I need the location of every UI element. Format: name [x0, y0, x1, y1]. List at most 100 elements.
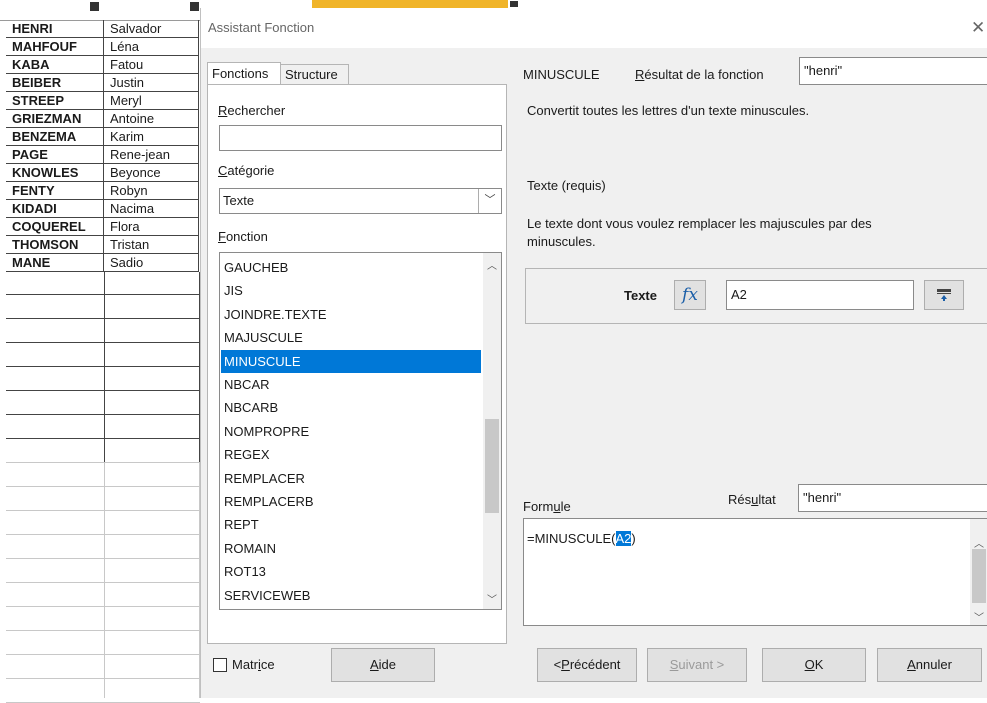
- grid-line: [6, 462, 200, 463]
- ok-button[interactable]: OK: [762, 648, 866, 682]
- sheet-cell-a[interactable]: HENRI: [6, 20, 104, 38]
- grid-line: [6, 390, 200, 391]
- sheet-cell-b[interactable]: Meryl: [104, 92, 199, 110]
- formula-result-field: "henri": [798, 484, 987, 512]
- function-result-label: Résultat de la fonction: [635, 67, 764, 82]
- scroll-up-icon[interactable]: ︿: [970, 535, 987, 550]
- grid-line: [6, 318, 200, 319]
- function-label: Fonction: [218, 229, 268, 244]
- sheet-cell-a[interactable]: STREEP: [6, 92, 104, 110]
- sheet-cell-b[interactable]: Salvador: [104, 20, 199, 38]
- function-description: Convertit toutes les lettres d'un texte …: [527, 103, 810, 118]
- sheet-cell-a[interactable]: MANE: [6, 254, 104, 272]
- sheet-cell-a[interactable]: KIDADI: [6, 200, 104, 218]
- sheet-cell-b[interactable]: Fatou: [104, 56, 199, 74]
- function-list-item[interactable]: GAUCHEB: [221, 256, 481, 279]
- parameter-label: Texte: [624, 288, 657, 303]
- function-list-item[interactable]: REGEX: [221, 443, 481, 466]
- function-list-item[interactable]: REPT: [221, 513, 481, 536]
- autofilter-dropdown-icon[interactable]: [90, 2, 99, 11]
- grid-line: [6, 582, 200, 583]
- function-list-item[interactable]: NBCAR: [221, 373, 481, 396]
- sheet-cell-b[interactable]: Karim: [104, 128, 199, 146]
- parameter-input[interactable]: A2: [726, 280, 914, 310]
- function-list-item[interactable]: ROT13: [221, 560, 481, 583]
- grid-line: [104, 272, 105, 462]
- scroll-down-icon[interactable]: ﹀: [970, 609, 987, 624]
- sheet-cell-b[interactable]: Flora: [104, 218, 199, 236]
- autofilter-dropdown-icon[interactable]: [510, 1, 518, 7]
- tab-functions[interactable]: Fonctions: [207, 62, 281, 84]
- function-list-item[interactable]: SERVICEWEB: [221, 584, 481, 607]
- scroll-up-icon[interactable]: ︿: [483, 257, 501, 272]
- close-icon[interactable]: ✕: [971, 18, 985, 38]
- sheet-cell-b[interactable]: Rene-jean: [104, 146, 199, 164]
- grid-line: [6, 294, 200, 295]
- autofilter-dropdown-icon[interactable]: [190, 2, 199, 11]
- category-select[interactable]: Texte ﹀: [219, 188, 502, 214]
- chevron-down-icon[interactable]: ﹀: [478, 189, 501, 213]
- selected-column-header: [312, 0, 508, 8]
- sheet-cell-b[interactable]: Beyonce: [104, 164, 199, 182]
- function-name: MINUSCULE: [523, 67, 600, 82]
- function-icon[interactable]: fx: [674, 280, 706, 310]
- grid-line: [6, 558, 200, 559]
- formula-label: Formule: [523, 499, 571, 514]
- sheet-cell-a[interactable]: KABA: [6, 56, 104, 74]
- grid-line: [6, 414, 200, 415]
- sheet-cell-b[interactable]: Antoine: [104, 110, 199, 128]
- function-list-item[interactable]: JOINDRE.TEXTE: [221, 303, 481, 326]
- array-label: Matrice: [232, 657, 275, 672]
- function-result-field: "henri": [799, 57, 987, 85]
- function-list-item[interactable]: JIS: [221, 279, 481, 302]
- next-button[interactable]: Suivant >: [647, 648, 747, 682]
- formula-text[interactable]: =MINUSCULE(A2): [527, 531, 636, 546]
- function-list-item[interactable]: ROMAIN: [221, 537, 481, 560]
- scroll-down-icon[interactable]: ﹀: [483, 591, 501, 606]
- function-list-item[interactable]: MINUSCULE: [221, 349, 481, 373]
- sheet-cell-a[interactable]: COQUEREL: [6, 218, 104, 236]
- sheet-cell-a[interactable]: MAHFOUF: [6, 38, 104, 56]
- array-checkbox[interactable]: [213, 658, 227, 672]
- function-list-item[interactable]: MAJUSCULE: [221, 326, 481, 349]
- dialog-title: Assistant Fonction: [208, 20, 315, 35]
- sheet-cell-a[interactable]: THOMSON: [6, 236, 104, 254]
- parameter-description-line1: Le texte dont vous voulez remplacer les …: [527, 216, 872, 231]
- sheet-cell-a[interactable]: PAGE: [6, 146, 104, 164]
- parameter-title: Texte (requis): [527, 178, 606, 193]
- help-button[interactable]: Aide: [331, 648, 435, 682]
- formula-scrollbar[interactable]: ︿ ﹀: [970, 519, 987, 625]
- search-input[interactable]: [219, 125, 502, 151]
- sheet-cell-a[interactable]: FENTY: [6, 182, 104, 200]
- search-label: Rechercher: [218, 103, 286, 118]
- sheet-cell-b[interactable]: Tristan: [104, 236, 199, 254]
- parameter-box: Texte fx A2: [525, 268, 987, 324]
- grid-line: [6, 510, 200, 511]
- sheet-cell-b[interactable]: Léna: [104, 38, 199, 56]
- function-list-scrollbar[interactable]: ︿ ﹀: [483, 253, 501, 609]
- sheet-cell-b[interactable]: Sadio: [104, 254, 199, 272]
- sheet-cell-a[interactable]: GRIEZMAN: [6, 110, 104, 128]
- shrink-icon[interactable]: [924, 280, 964, 310]
- parameter-description-line2: minuscules.: [527, 234, 596, 249]
- function-list-item[interactable]: REMPLACER: [221, 467, 481, 490]
- sheet-cell-a[interactable]: BEIBER: [6, 74, 104, 92]
- sheet-cell-b[interactable]: Nacima: [104, 200, 199, 218]
- scrollbar-thumb[interactable]: [485, 419, 499, 513]
- column-header-row: [0, 0, 200, 21]
- formula-editor[interactable]: =MINUSCULE(A2) ︿ ﹀: [523, 518, 987, 626]
- spreadsheet-area: HENRI Salvador MAHFOUF Léna KABA Fatou BEIBER J…: [0, 0, 200, 703]
- sheet-cell-b[interactable]: Robyn: [104, 182, 199, 200]
- function-listbox[interactable]: GAUCHEB JIS JOINDRE.TEXTE MAJUSCULE MINUSCUL…: [219, 252, 502, 610]
- function-list-item[interactable]: NBCARB: [221, 396, 481, 419]
- sheet-cell-a[interactable]: BENZEMA: [6, 128, 104, 146]
- previous-button[interactable]: <Précédent: [537, 648, 637, 682]
- dialog-titlebar: Assistant Fonction ✕: [201, 8, 987, 48]
- function-list-item[interactable]: REMPLACERB: [221, 490, 481, 513]
- cancel-button[interactable]: Annuler: [877, 648, 982, 682]
- sheet-cell-b[interactable]: Justin: [104, 74, 199, 92]
- tab-structure[interactable]: Structure: [281, 64, 349, 84]
- sheet-cell-a[interactable]: KNOWLES: [6, 164, 104, 182]
- function-list-item[interactable]: NOMPROPRE: [221, 420, 481, 443]
- scrollbar-thumb[interactable]: [972, 549, 986, 603]
